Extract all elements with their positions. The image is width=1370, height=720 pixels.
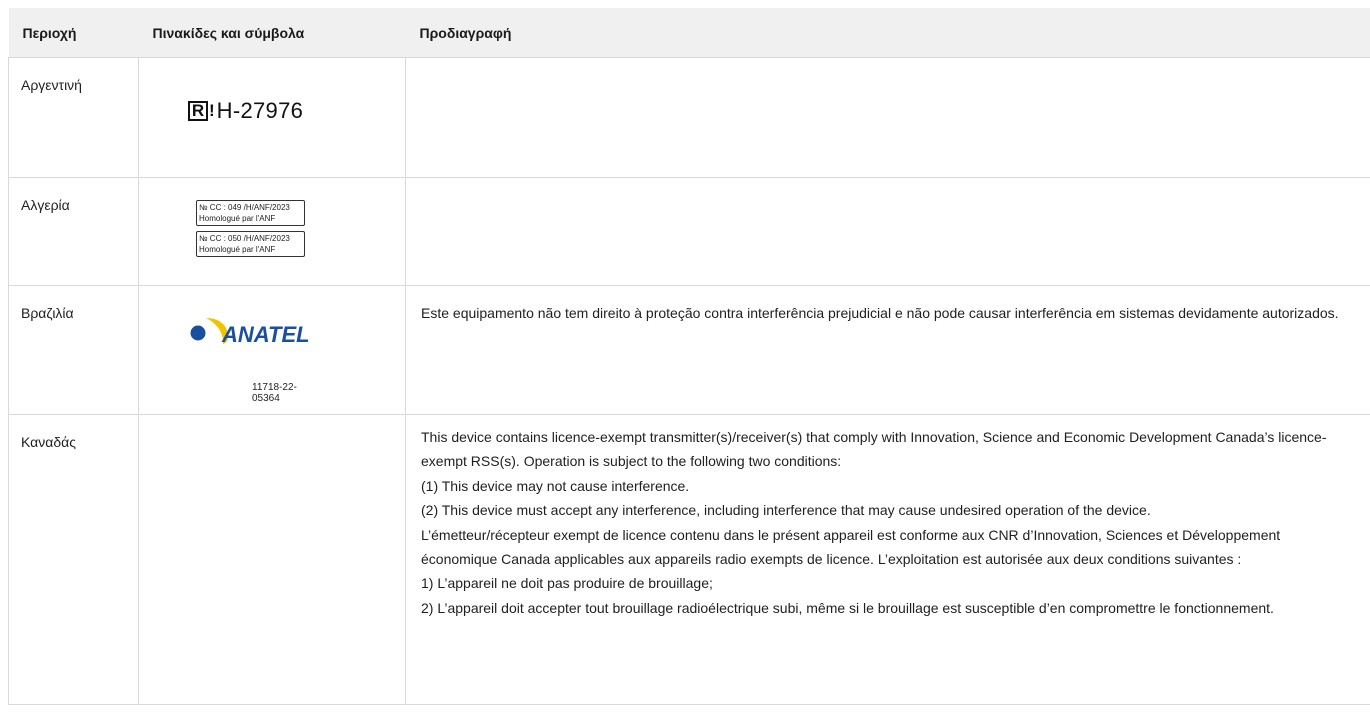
region-cell: Αργεντινή [8, 57, 139, 178]
spec-cell: Este equipamento não tem direito à prote… [405, 285, 1370, 415]
symbol-cell: № CC : 049 /H/ANF/2023 Homologué par l'A… [138, 177, 406, 286]
compliance-table: Περιοχή Πινακίδες και σύμβολα Προδιαγραφ… [8, 8, 1370, 705]
argentina-mark: R ! H-27976 [188, 98, 303, 124]
spec-cell [405, 57, 1370, 178]
anf-label-line1: № CC : 049 /H/ANF/2023 [199, 203, 290, 212]
spec-cell: This device contains licence-exempt tran… [405, 414, 1370, 705]
anf-label: № CC : 049 /H/ANF/2023 Homologué par l'A… [196, 200, 305, 226]
anatel-logo: ANATEL 11718-22-05364 [190, 314, 320, 404]
symbol-cell: ANATEL 11718-22-05364 [138, 285, 406, 415]
spec-line: (1) This device may not cause interferen… [421, 477, 690, 494]
table-row: Βραζιλία ANATEL 11718-22-05364 Este equi… [8, 285, 1370, 415]
region-cell: Βραζιλία [8, 285, 139, 415]
table-row: Καναδάς This device contains licence-exe… [8, 414, 1370, 705]
anf-label-line2: Homologué par l'ANF [199, 214, 276, 223]
symbol-cell [138, 414, 406, 705]
anatel-code: 11718-22-05364 [252, 382, 297, 404]
anatel-logo-icon: ANATEL [190, 318, 310, 346]
header-specification: Προδιαγραφή [405, 8, 1370, 58]
spec-line: This device contains licence-exempt tran… [421, 429, 1327, 470]
anatel-logo-text: ANATEL [221, 322, 310, 346]
anf-label: № CC : 050 /H/ANF/2023 Homologué par l'A… [196, 231, 305, 257]
table-header-row: Περιοχή Πινακίδες και σύμβολα Προδιαγραφ… [8, 8, 1370, 58]
anf-label-line1: № CC : 050 /H/ANF/2023 [199, 234, 290, 243]
header-symbols: Πινακίδες και σύμβολα [138, 8, 406, 58]
symbol-cell: R ! H-27976 [138, 57, 406, 178]
r-box-icon: R [188, 101, 208, 121]
argentina-code: H-27976 [216, 98, 304, 123]
table-row: Αλγερία № CC : 049 /H/ANF/2023 Homologué… [8, 177, 1370, 286]
spec-line: (2) This device must accept any interfer… [421, 502, 1151, 519]
exclamation-icon: ! [209, 101, 215, 120]
anf-label-line2: Homologué par l'ANF [199, 245, 276, 254]
table-row: Αργεντινή R ! H-27976 [8, 57, 1370, 178]
compliance-table-wrapper: Περιοχή Πινακίδες και σύμβολα Προδιαγραφ… [8, 8, 1370, 705]
header-region: Περιοχή [8, 8, 139, 58]
region-cell: Αλγερία [8, 177, 139, 286]
spec-line: L’émetteur/récepteur exempt de licence c… [421, 526, 1281, 568]
spec-cell [405, 177, 1370, 286]
region-cell: Καναδάς [8, 414, 139, 705]
spec-line: 2) L’appareil doit accepter tout brouill… [421, 599, 1274, 616]
spec-line: 1) L’appareil ne doit pas produire de br… [421, 575, 713, 592]
